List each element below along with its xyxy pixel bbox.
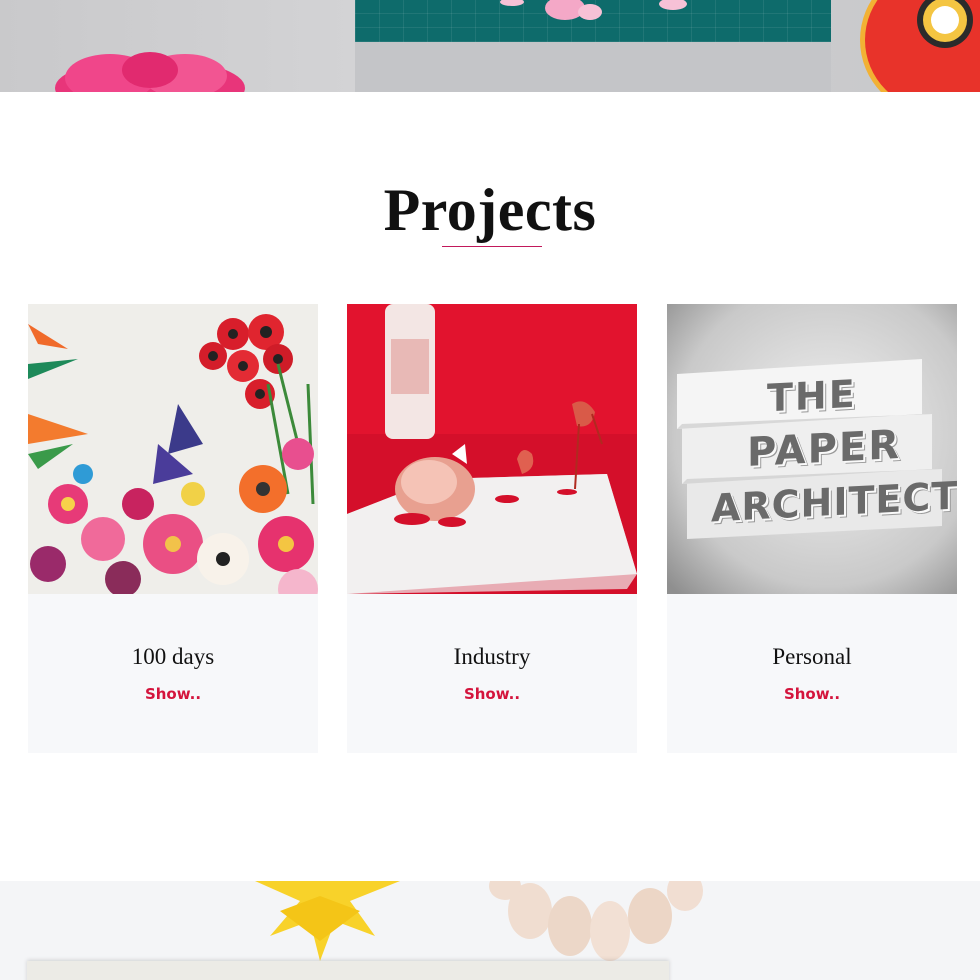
hero-image-strip bbox=[0, 0, 980, 92]
red-popup-card-image bbox=[347, 304, 637, 594]
cream-paper-flower bbox=[489, 881, 703, 961]
pink-paper-flower bbox=[55, 52, 245, 92]
lettering-line-2: PAPER bbox=[747, 421, 902, 477]
paper-sheet bbox=[27, 961, 669, 980]
card-title: Industry bbox=[453, 644, 531, 669]
card-title: Personal bbox=[772, 644, 852, 669]
section-title: Projects bbox=[383, 177, 597, 243]
card-image-architect[interactable]: THE PAPER ARCHITECT bbox=[667, 304, 957, 594]
show-link[interactable]: Show.. bbox=[347, 685, 637, 703]
title-underline bbox=[442, 246, 542, 247]
project-card-personal[interactable]: THE PAPER ARCHITECT Personal Show.. bbox=[667, 304, 957, 753]
show-link[interactable]: Show.. bbox=[28, 685, 318, 703]
card-image-flowers[interactable] bbox=[28, 304, 318, 594]
yellow-paper-flower bbox=[255, 881, 400, 961]
card-title: 100 days bbox=[131, 644, 215, 669]
lettering-line-1: THE bbox=[767, 371, 857, 421]
hero-decor-svg bbox=[55, 0, 980, 92]
project-card-industry[interactable]: Industry Show.. bbox=[347, 304, 637, 753]
bottom-image-strip bbox=[0, 881, 980, 980]
show-link[interactable]: Show.. bbox=[667, 685, 957, 703]
red-paper-flower bbox=[860, 0, 980, 92]
pink-shapes-on-board bbox=[500, 0, 687, 20]
architect-lettering: THE PAPER ARCHITECT bbox=[667, 304, 957, 594]
paper-flowers-image bbox=[28, 304, 318, 594]
card-image-popup-card[interactable] bbox=[347, 304, 637, 594]
lettering-line-3: ARCHITECT bbox=[711, 473, 957, 531]
project-card-100-days[interactable]: 100 days Show.. bbox=[28, 304, 318, 753]
